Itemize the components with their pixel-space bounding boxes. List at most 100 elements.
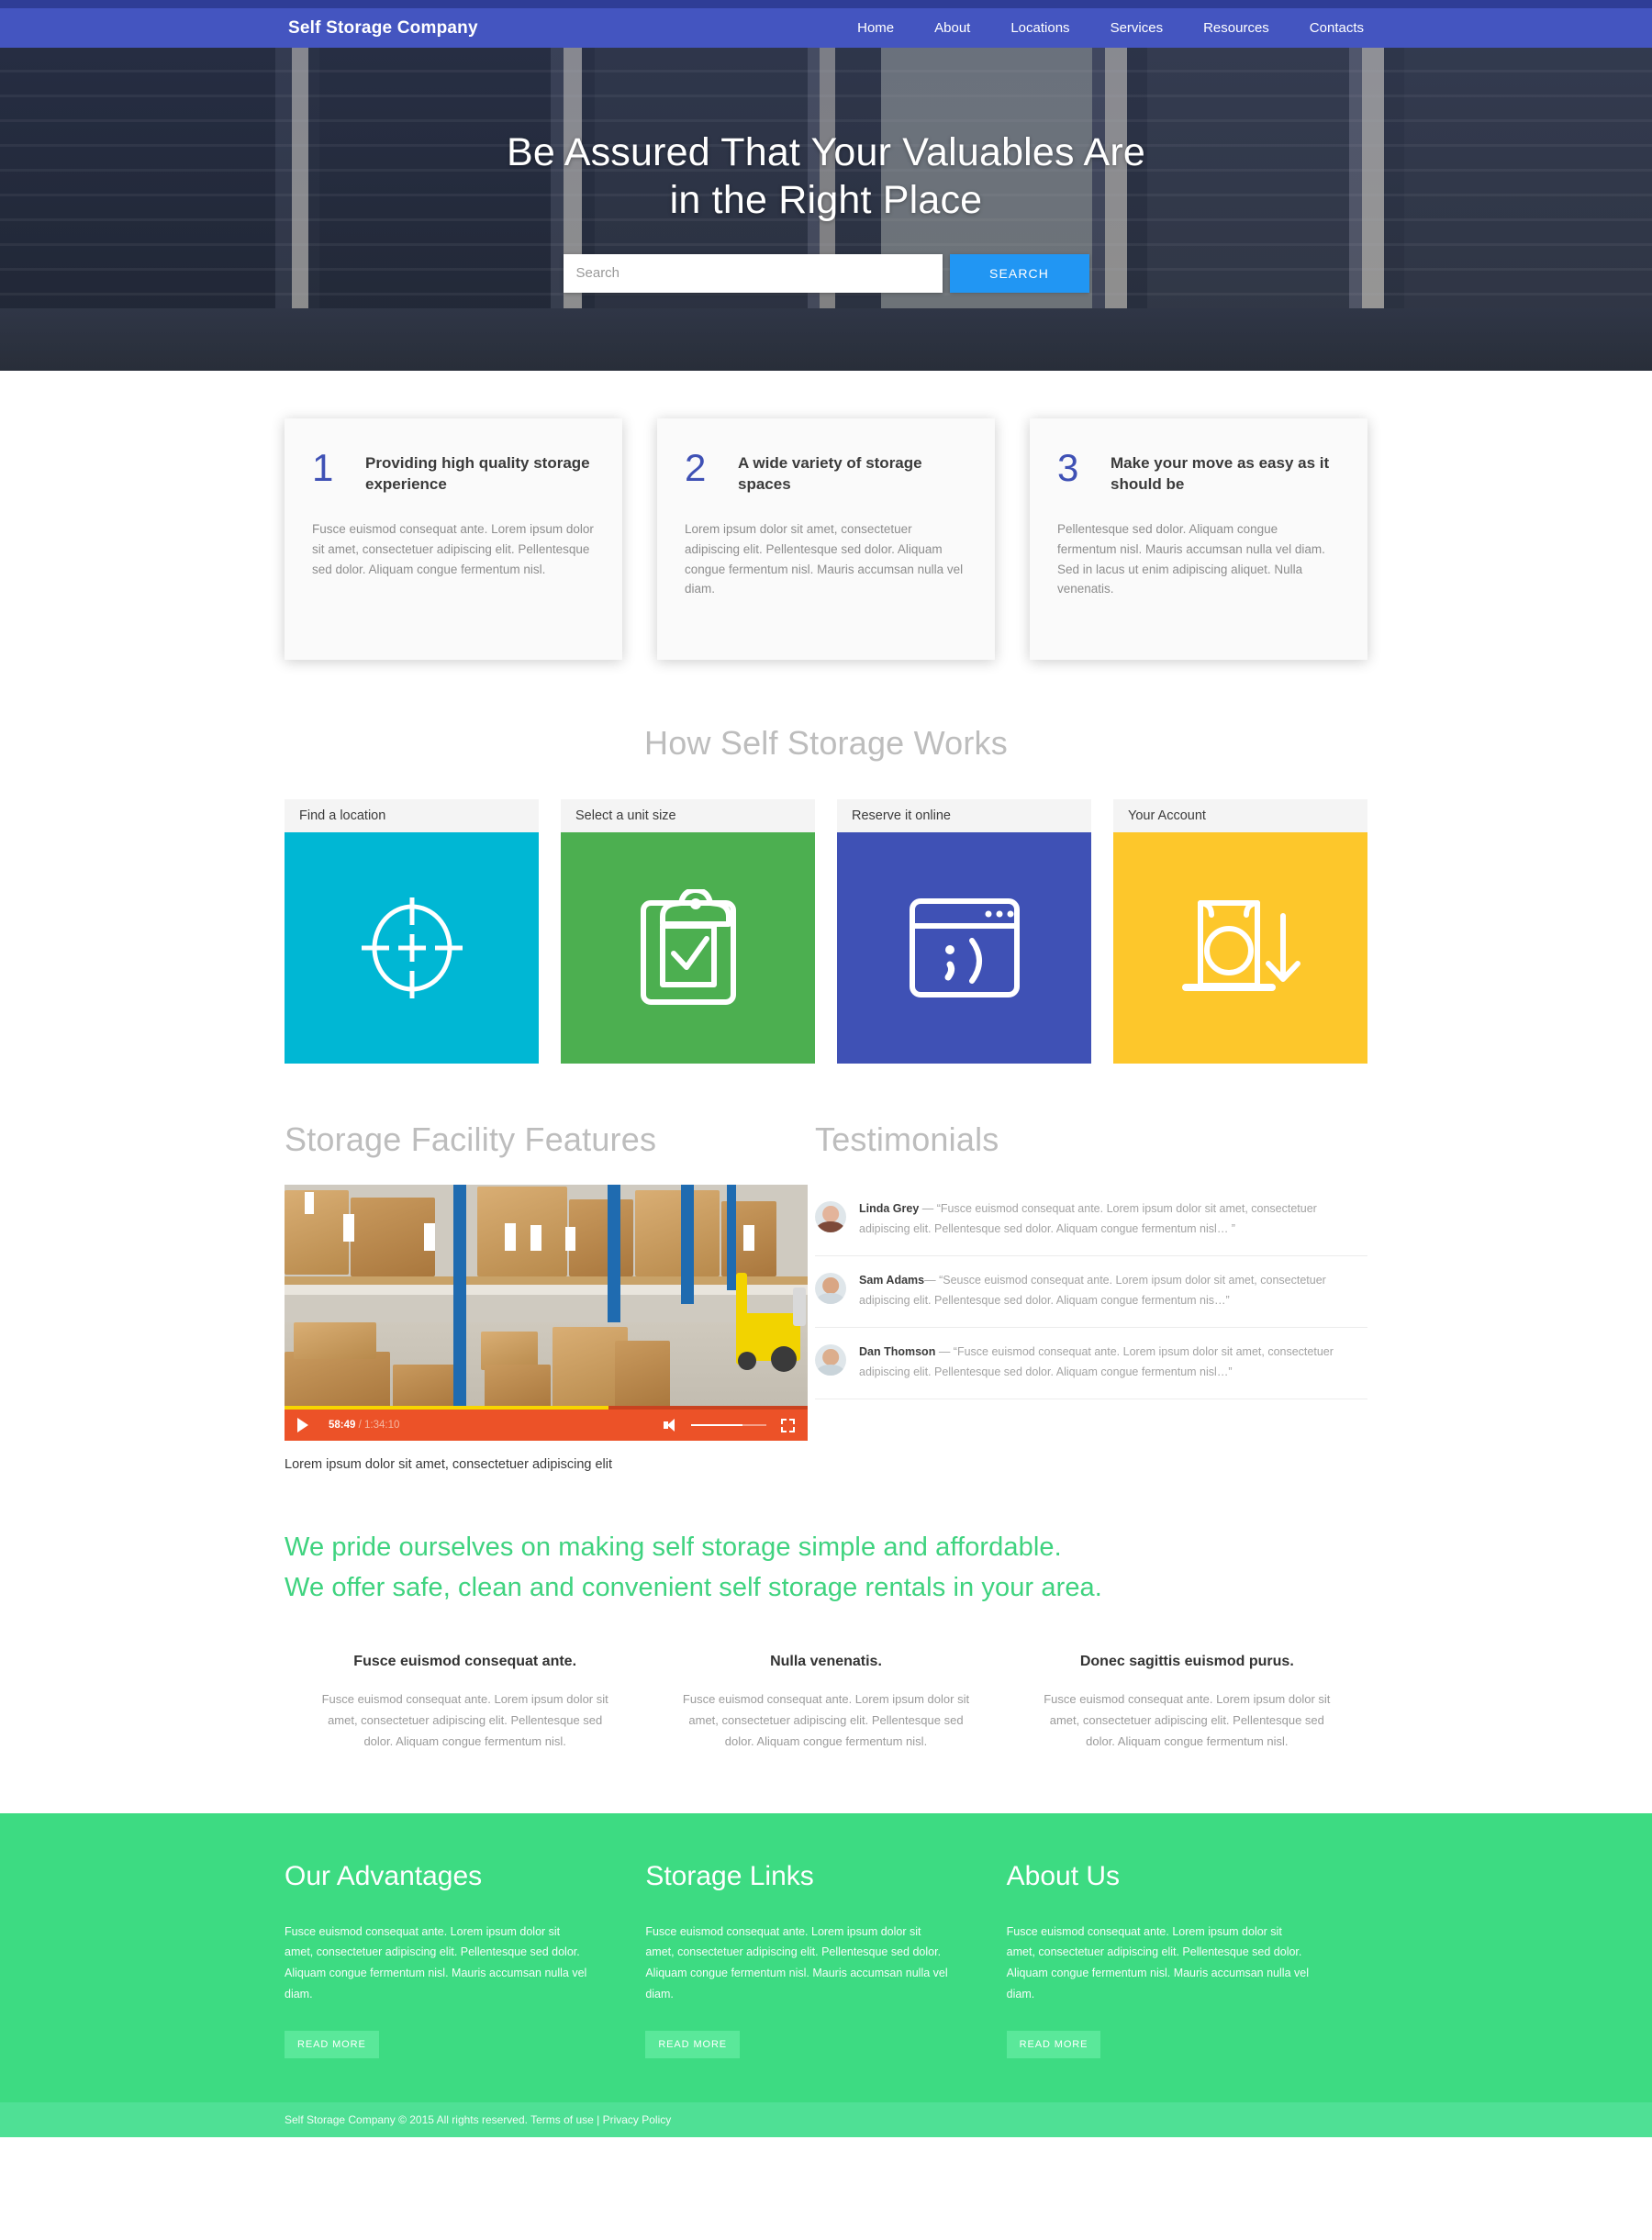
footer-column-about-us: About Us Fusce euismod consequat ante. L… [1006,1860,1367,2058]
testimonial-text: Sam Adams— “Seusce euismod consequat ant… [859,1271,1367,1310]
hero-title-line1: Be Assured That Your Valuables Are [506,130,1146,174]
site-footer: Our Advantages Fusce euismod consequat a… [0,1812,1652,2137]
video-caption: Lorem ipsum dolor sit amet, consectetuer… [285,1457,613,1472]
primary-nav: Home About Locations Services Resources … [837,20,1367,36]
copyright-text: Self Storage Company © 2015 All rights r… [285,2112,672,2126]
top-accent-strip [0,0,1652,8]
avatar [815,1344,846,1376]
storage-door-arrow-icon [1113,832,1367,1064]
feature-cards: 1 Providing high quality storage experie… [285,371,1367,660]
volume-slider[interactable] [691,1424,766,1426]
video-time-separator: / [358,1420,362,1431]
card-number: 2 [685,446,707,489]
nav-item-about[interactable]: About [914,20,990,36]
feature-card-2: 2 A wide variety of storage spaces Lorem… [657,418,995,660]
card-body: Fusce euismod consequat ante. Lorem ipsu… [312,521,594,576]
column-body: Fusce euismod consequat ante. Lorem ipsu… [1044,1692,1331,1749]
testimonial-text: Linda Grey — “Fusce euismod consequat an… [859,1199,1367,1239]
page-root: Self Storage Company Home About Location… [0,0,1652,2137]
video-thumbnail-warehouse [285,1185,808,1410]
testimonial-dash: — [919,1202,937,1215]
fullscreen-icon[interactable] [781,1418,795,1432]
testimonial-text: Dan Thomson — “Fusce euismod consequat a… [859,1343,1367,1382]
nav-item-home[interactable]: Home [837,20,914,36]
video-timecode: 58:49 / 1:34:10 [329,1420,399,1431]
hero-search-form: SEARCH [285,253,1367,293]
footer-column-body: Fusce euismod consequat ante. Lorem ipsu… [285,1924,587,2000]
testimonial-author: Linda Grey [859,1202,920,1215]
footer-column-title: About Us [1006,1860,1121,1891]
main-navbar: Self Storage Company Home About Location… [0,8,1652,48]
column-heading: Fusce euismod consequat ante. [353,1654,577,1670]
nav-item-services[interactable]: Services [1090,20,1184,36]
hero-banner: Be Assured That Your Valuables Are in th… [0,48,1652,371]
how-tile-your-account[interactable]: Your Account [1113,799,1367,1064]
text-column-3: Donec sagittis euismod purus. Fusce euis… [1007,1654,1367,1752]
avatar [815,1273,846,1304]
how-tile-select-a-unit-size[interactable]: Select a unit size [561,799,815,1064]
video-player[interactable]: 58:49 / 1:34:10 [285,1185,808,1441]
how-tile-label: Select a unit size [561,799,815,832]
how-tile-reserve-it-online[interactable]: Reserve it online [837,799,1091,1064]
testimonial-dash: — [935,1345,954,1358]
card-number: 1 [312,446,334,489]
volume-icon[interactable] [664,1419,678,1432]
testimonial-author: Dan Thomson [859,1345,936,1358]
nav-item-contacts[interactable]: Contacts [1289,20,1367,36]
footer-column-title: Our Advantages [285,1860,483,1891]
nav-item-locations[interactable]: Locations [990,20,1089,36]
how-tile-label: Your Account [1113,799,1367,832]
testimonials-title: Testimonials [815,1120,999,1158]
avatar [815,1201,846,1232]
column-heading: Nulla venenatis. [770,1654,882,1670]
hero-title: Be Assured That Your Valuables Are in th… [285,128,1367,225]
testimonial-dash: — [924,1274,940,1287]
site-logo[interactable]: Self Storage Company [285,18,478,39]
hero-title-line2: in the Right Place [669,178,983,223]
video-total-time: 1:34:10 [364,1420,400,1431]
browser-wink-icon [837,832,1091,1064]
text-column-2: Nulla venenatis. Fusce euismod consequat… [645,1654,1006,1752]
text-column-1: Fusce euismod consequat ante. Fusce euis… [285,1654,645,1752]
card-heading: Make your move as easy as it should be [1111,454,1330,493]
testimonial-item: Dan Thomson — “Fusce euismod consequat a… [815,1328,1367,1399]
column-heading: Donec sagittis euismod purus. [1079,1654,1294,1670]
testimonials-section: Testimonials Linda Grey — “Fusce euismod… [808,1120,1367,1472]
card-number: 3 [1057,446,1079,489]
testimonial-item: Sam Adams— “Seusce euismod consequat ant… [815,1256,1367,1328]
video-progress-fill [285,1406,609,1410]
three-column-text: Fusce euismod consequat ante. Fusce euis… [285,1617,1367,1812]
nav-item-resources[interactable]: Resources [1183,20,1289,36]
storage-facility-features: Storage Facility Features 58:49 / 1:34:1… [285,1120,808,1472]
footer-column-our-advantages: Our Advantages Fusce euismod consequat a… [285,1861,645,2058]
footer-copyright-bar: Self Storage Company © 2015 All rights r… [0,2101,1652,2137]
footer-column-body: Fusce euismod consequat ante. Lorem ipsu… [645,1924,948,2000]
card-heading: Providing high quality storage experienc… [365,454,590,493]
how-tile-find-a-location[interactable]: Find a location [285,799,539,1064]
search-button[interactable]: SEARCH [949,253,1089,293]
read-more-button[interactable]: READ MORE [645,2030,741,2058]
column-body: Fusce euismod consequat ante. Lorem ipsu… [321,1692,608,1749]
read-more-button[interactable]: READ MORE [1006,2030,1101,2058]
card-body: Lorem ipsum dolor sit amet, consectetuer… [685,521,964,596]
tagline-line-1: We pride ourselves on making self storag… [285,1532,1062,1562]
how-tile-label: Find a location [285,799,539,832]
features-title: Storage Facility Features [285,1120,657,1158]
feature-card-1: 1 Providing high quality storage experie… [285,418,622,660]
how-it-works-title: How Self Storage Works [644,724,1008,762]
footer-column-body: Fusce euismod consequat ante. Lorem ipsu… [1006,1924,1309,2000]
card-body: Pellentesque sed dolor. Aliquam congue f… [1057,521,1325,596]
feature-card-3: 3 Make your move as easy as it should be… [1030,418,1367,660]
play-icon[interactable] [297,1418,308,1432]
read-more-button[interactable]: READ MORE [285,2030,379,2058]
video-controls: 58:49 / 1:34:10 [285,1406,808,1441]
search-input[interactable] [563,253,943,293]
testimonial-author: Sam Adams [859,1274,925,1287]
tagline-line-2: We offer safe, clean and convenient self… [285,1573,1102,1603]
video-current-time: 58:49 [329,1420,356,1431]
clipboard-check-icon [561,832,815,1064]
tagline-section: We pride ourselves on making self storag… [285,1472,1367,1617]
column-body: Fusce euismod consequat ante. Lorem ipsu… [682,1692,970,1749]
footer-column-storage-links: Storage Links Fusce euismod consequat an… [645,1861,1006,2058]
how-tile-label: Reserve it online [837,799,1091,832]
